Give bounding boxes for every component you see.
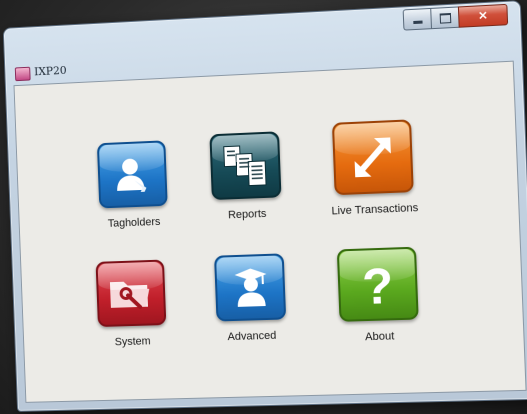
reports-button[interactable] xyxy=(209,131,282,201)
maximize-icon xyxy=(439,12,451,24)
minimize-button[interactable] xyxy=(402,7,432,31)
user-icon xyxy=(116,158,147,193)
folder-wrench-icon xyxy=(109,280,150,316)
svg-text:?: ? xyxy=(361,258,394,312)
about-tile[interactable]: ? About xyxy=(306,246,452,345)
live-transactions-button[interactable] xyxy=(331,119,414,196)
app-icon[interactable] xyxy=(14,66,31,82)
question-mark-icon: ? xyxy=(361,258,394,312)
live-transactions-tile[interactable]: Live Transactions xyxy=(301,118,447,219)
minimize-icon xyxy=(412,20,423,25)
double-arrow-icon xyxy=(345,131,400,184)
documents-icon xyxy=(223,145,267,187)
tagholders-label: Tagholders xyxy=(107,215,161,230)
live-transactions-label: Live Transactions xyxy=(331,202,419,218)
window-frame: IXP20 ✕ Tagholders Reports Live Transact… xyxy=(2,0,527,412)
about-button[interactable]: ? xyxy=(336,246,419,322)
graduate-user-icon xyxy=(235,268,267,308)
system-button[interactable] xyxy=(95,259,167,328)
window-title: IXP20 xyxy=(33,63,67,79)
system-label: System xyxy=(114,335,151,349)
about-label: About xyxy=(364,330,395,344)
maximize-button[interactable] xyxy=(430,6,459,30)
reports-tile[interactable]: Reports xyxy=(175,130,318,224)
advanced-label: Advanced xyxy=(227,329,277,344)
close-icon: ✕ xyxy=(477,9,488,23)
main-panel: Tagholders Reports Live Transactions Sys… xyxy=(13,60,527,403)
close-button[interactable]: ✕ xyxy=(457,3,509,28)
reports-label: Reports xyxy=(227,207,267,222)
app-window: IXP20 ✕ Tagholders Reports Live Transact… xyxy=(2,0,527,412)
tagholders-button[interactable] xyxy=(96,140,168,209)
caption-buttons: ✕ xyxy=(402,3,509,31)
advanced-tile[interactable]: Advanced xyxy=(180,252,323,344)
advanced-button[interactable] xyxy=(214,253,287,322)
